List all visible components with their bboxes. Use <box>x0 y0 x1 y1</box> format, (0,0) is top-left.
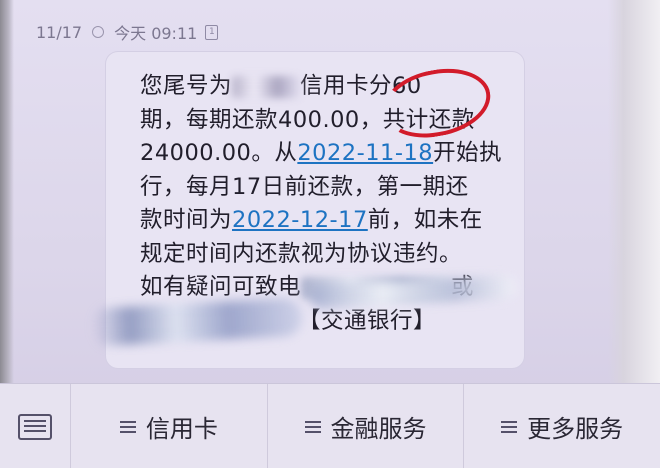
date-link-first-payment[interactable]: 2022-12-17 <box>232 207 368 233</box>
sms-service-menu: 信用卡 金融服务 更多服务 <box>0 383 660 468</box>
sim-card-icon: 1 <box>205 24 219 40</box>
message-date: 11/17 <box>36 22 83 42</box>
menu-icon <box>501 420 518 433</box>
bank-signature: 【交通银行】 <box>298 307 437 334</box>
clock-icon <box>92 26 105 38</box>
menu-more-services[interactable]: 更多服务 <box>464 384 660 468</box>
menu-icon <box>119 420 136 433</box>
message-text-segment: 前，如未在 <box>367 207 483 233</box>
menu-label: 金融服务 <box>330 415 427 443</box>
keyboard-icon <box>18 413 52 440</box>
keyboard-toggle-button[interactable] <box>0 384 71 468</box>
menu-label: 信用卡 <box>145 415 218 443</box>
message-text-segment: 款时间为 <box>140 207 233 233</box>
message-text-segment: 24000.00。从 <box>140 140 298 166</box>
message-line-5: 款时间为2022-12-17前，如未在 <box>140 204 510 238</box>
message-text-segment: 如有疑问可致电 <box>140 274 302 300</box>
menu-credit-card[interactable]: 信用卡 <box>71 384 268 468</box>
menu-label: 更多服务 <box>527 415 624 443</box>
menu-financial-services[interactable]: 金融服务 <box>268 384 465 468</box>
date-link-start[interactable]: 2022-11-18 <box>297 140 433 166</box>
message-line-3: 24000.00。从2022-11-18开始执 <box>140 137 510 171</box>
menu-icon <box>304 420 321 433</box>
redacted-card-number <box>232 75 301 98</box>
message-text-segment: 开始执 <box>433 140 503 166</box>
message-line-4: 行，每月17日前还款，第一期还 <box>140 173 469 200</box>
sms-screen: 11/17 今天 09:11 1 您尾号为 信用卡分60 期，每期还款400.00… <box>0 0 660 468</box>
message-timestamp: 11/17 今天 09:11 1 <box>36 20 219 44</box>
message-text-segment: 您尾号为 <box>140 73 233 99</box>
message-line-6: 规定时间内还款视为协议违约。 <box>140 240 463 267</box>
message-time: 今天 09:11 <box>114 24 198 43</box>
